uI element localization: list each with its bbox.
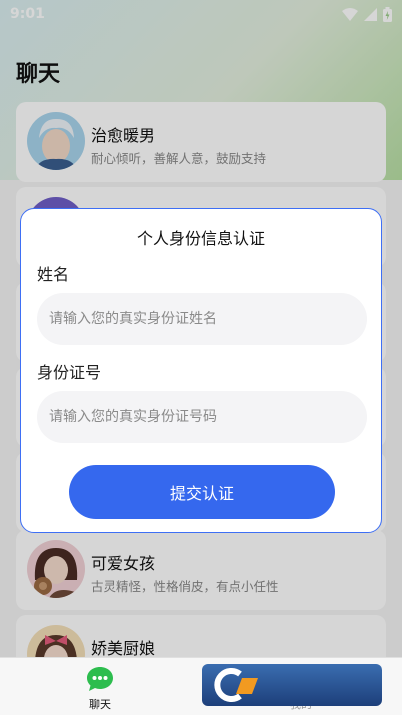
tab-chat-label: 聊天 xyxy=(89,698,111,711)
submit-verification-button[interactable]: 提交认证 xyxy=(69,465,335,519)
name-input[interactable] xyxy=(37,293,367,345)
id-number-label: 身份证号 xyxy=(37,363,102,382)
dialog-title: 个人身份信息认证 xyxy=(136,229,265,248)
identity-verification-dialog: 个人身份信息认证 姓名 身份证号 提交认证 xyxy=(20,208,382,533)
watermark-logo xyxy=(202,664,382,706)
chat-bubble-icon xyxy=(87,667,113,691)
tab-chat[interactable]: 聊天 xyxy=(50,658,150,715)
name-label: 姓名 xyxy=(37,265,70,284)
id-number-input[interactable] xyxy=(37,391,367,443)
watermark-logo-icon xyxy=(214,668,258,702)
